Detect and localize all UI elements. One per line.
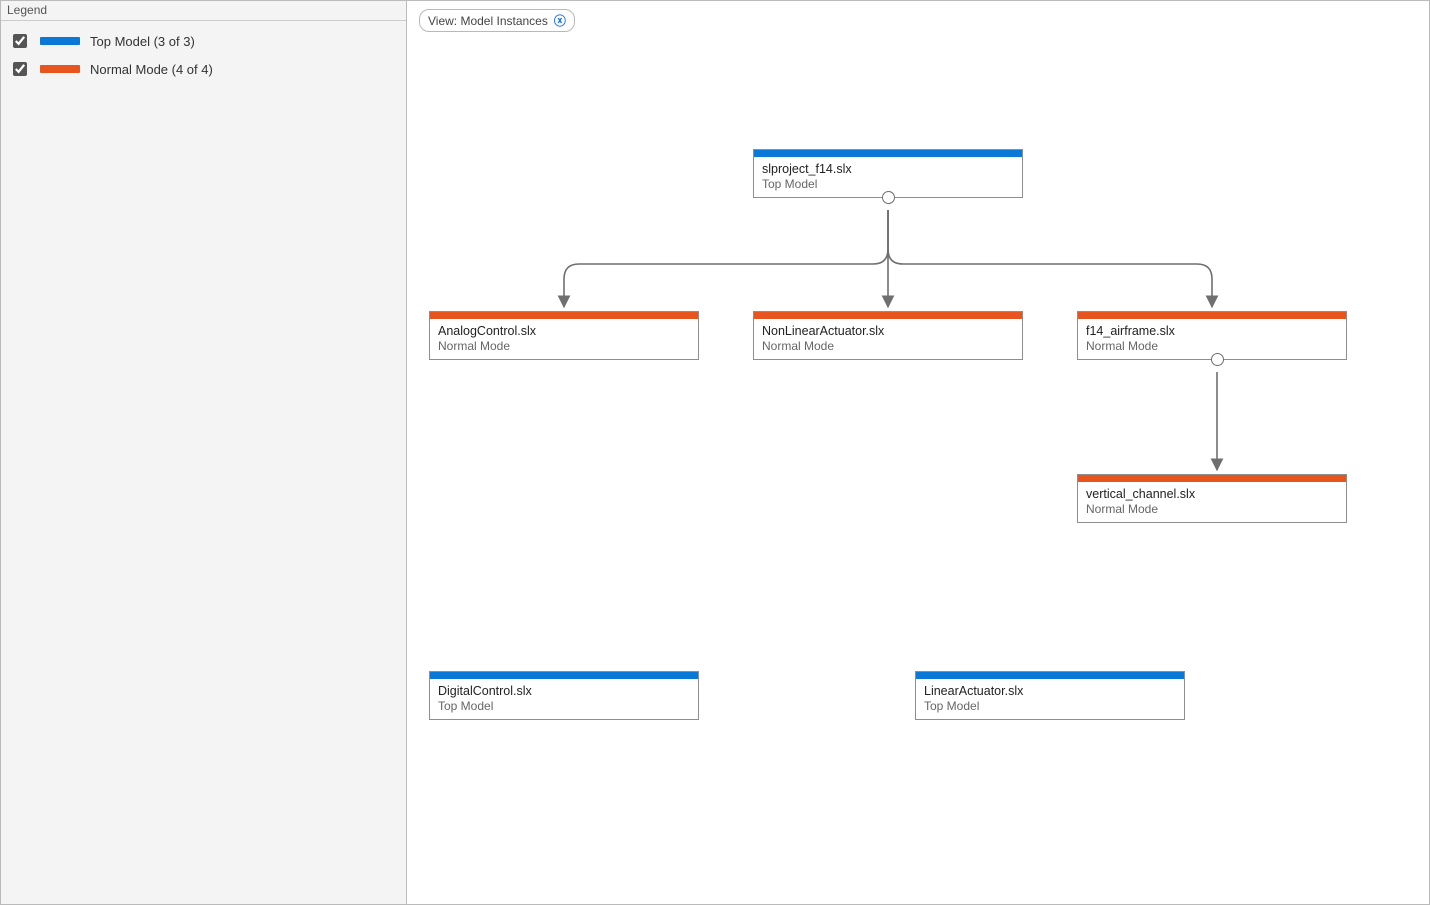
node-body: NonLinearActuator.slx Normal Mode: [754, 319, 1022, 359]
node-subtitle: Normal Mode: [438, 339, 690, 353]
legend-item-top-model[interactable]: Top Model (3 of 3): [7, 27, 400, 55]
node-title: NonLinearActuator.slx: [762, 324, 1014, 338]
node-body: vertical_channel.slx Normal Mode: [1078, 482, 1346, 522]
node-bar: [754, 312, 1022, 319]
node-digital[interactable]: DigitalControl.slx Top Model: [429, 671, 699, 720]
graph-canvas[interactable]: View: Model Instances ⓧ: [407, 1, 1429, 904]
node-title: vertical_channel.slx: [1086, 487, 1338, 501]
node-subtitle: Normal Mode: [1086, 502, 1338, 516]
node-airframe[interactable]: f14_airframe.slx Normal Mode: [1077, 311, 1347, 360]
node-title: LinearActuator.slx: [924, 684, 1176, 698]
node-title: AnalogControl.slx: [438, 324, 690, 338]
node-subtitle: Top Model: [924, 699, 1176, 713]
node-bar: [754, 150, 1022, 157]
port-icon[interactable]: [882, 191, 895, 204]
legend-label-normal-mode: Normal Mode (4 of 4): [90, 62, 213, 77]
node-body: f14_airframe.slx Normal Mode: [1078, 319, 1346, 359]
node-bar: [430, 672, 698, 679]
app-root: Legend Top Model (3 of 3) Normal Mode (4…: [0, 0, 1430, 905]
legend-items: Top Model (3 of 3) Normal Mode (4 of 4): [1, 21, 406, 89]
node-analog[interactable]: AnalogControl.slx Normal Mode: [429, 311, 699, 360]
legend-checkbox-normal-mode[interactable]: [13, 62, 27, 76]
node-bar: [916, 672, 1184, 679]
port-icon[interactable]: [1211, 353, 1224, 366]
legend-checkbox-top-model[interactable]: [13, 34, 27, 48]
legend-label-top-model: Top Model (3 of 3): [90, 34, 195, 49]
node-linear[interactable]: LinearActuator.slx Top Model: [915, 671, 1185, 720]
node-bar: [1078, 475, 1346, 482]
legend-swatch-blue: [40, 37, 80, 45]
legend-item-normal-mode[interactable]: Normal Mode (4 of 4): [7, 55, 400, 83]
legend-panel: Legend Top Model (3 of 3) Normal Mode (4…: [1, 1, 407, 904]
node-title: f14_airframe.slx: [1086, 324, 1338, 338]
node-subtitle: Normal Mode: [1086, 339, 1338, 353]
legend-swatch-orange: [40, 65, 80, 73]
node-title: slproject_f14.slx: [762, 162, 1014, 176]
node-subtitle: Top Model: [762, 177, 1014, 191]
node-vertical[interactable]: vertical_channel.slx Normal Mode: [1077, 474, 1347, 523]
node-subtitle: Top Model: [438, 699, 690, 713]
node-root[interactable]: slproject_f14.slx Top Model: [753, 149, 1023, 198]
graph-edges: [407, 1, 1430, 906]
node-body: AnalogControl.slx Normal Mode: [430, 319, 698, 359]
node-body: DigitalControl.slx Top Model: [430, 679, 698, 719]
node-subtitle: Normal Mode: [762, 339, 1014, 353]
node-body: LinearActuator.slx Top Model: [916, 679, 1184, 719]
node-bar: [1078, 312, 1346, 319]
node-bar: [430, 312, 698, 319]
node-nonlinear[interactable]: NonLinearActuator.slx Normal Mode: [753, 311, 1023, 360]
legend-title: Legend: [1, 1, 406, 21]
node-title: DigitalControl.slx: [438, 684, 690, 698]
